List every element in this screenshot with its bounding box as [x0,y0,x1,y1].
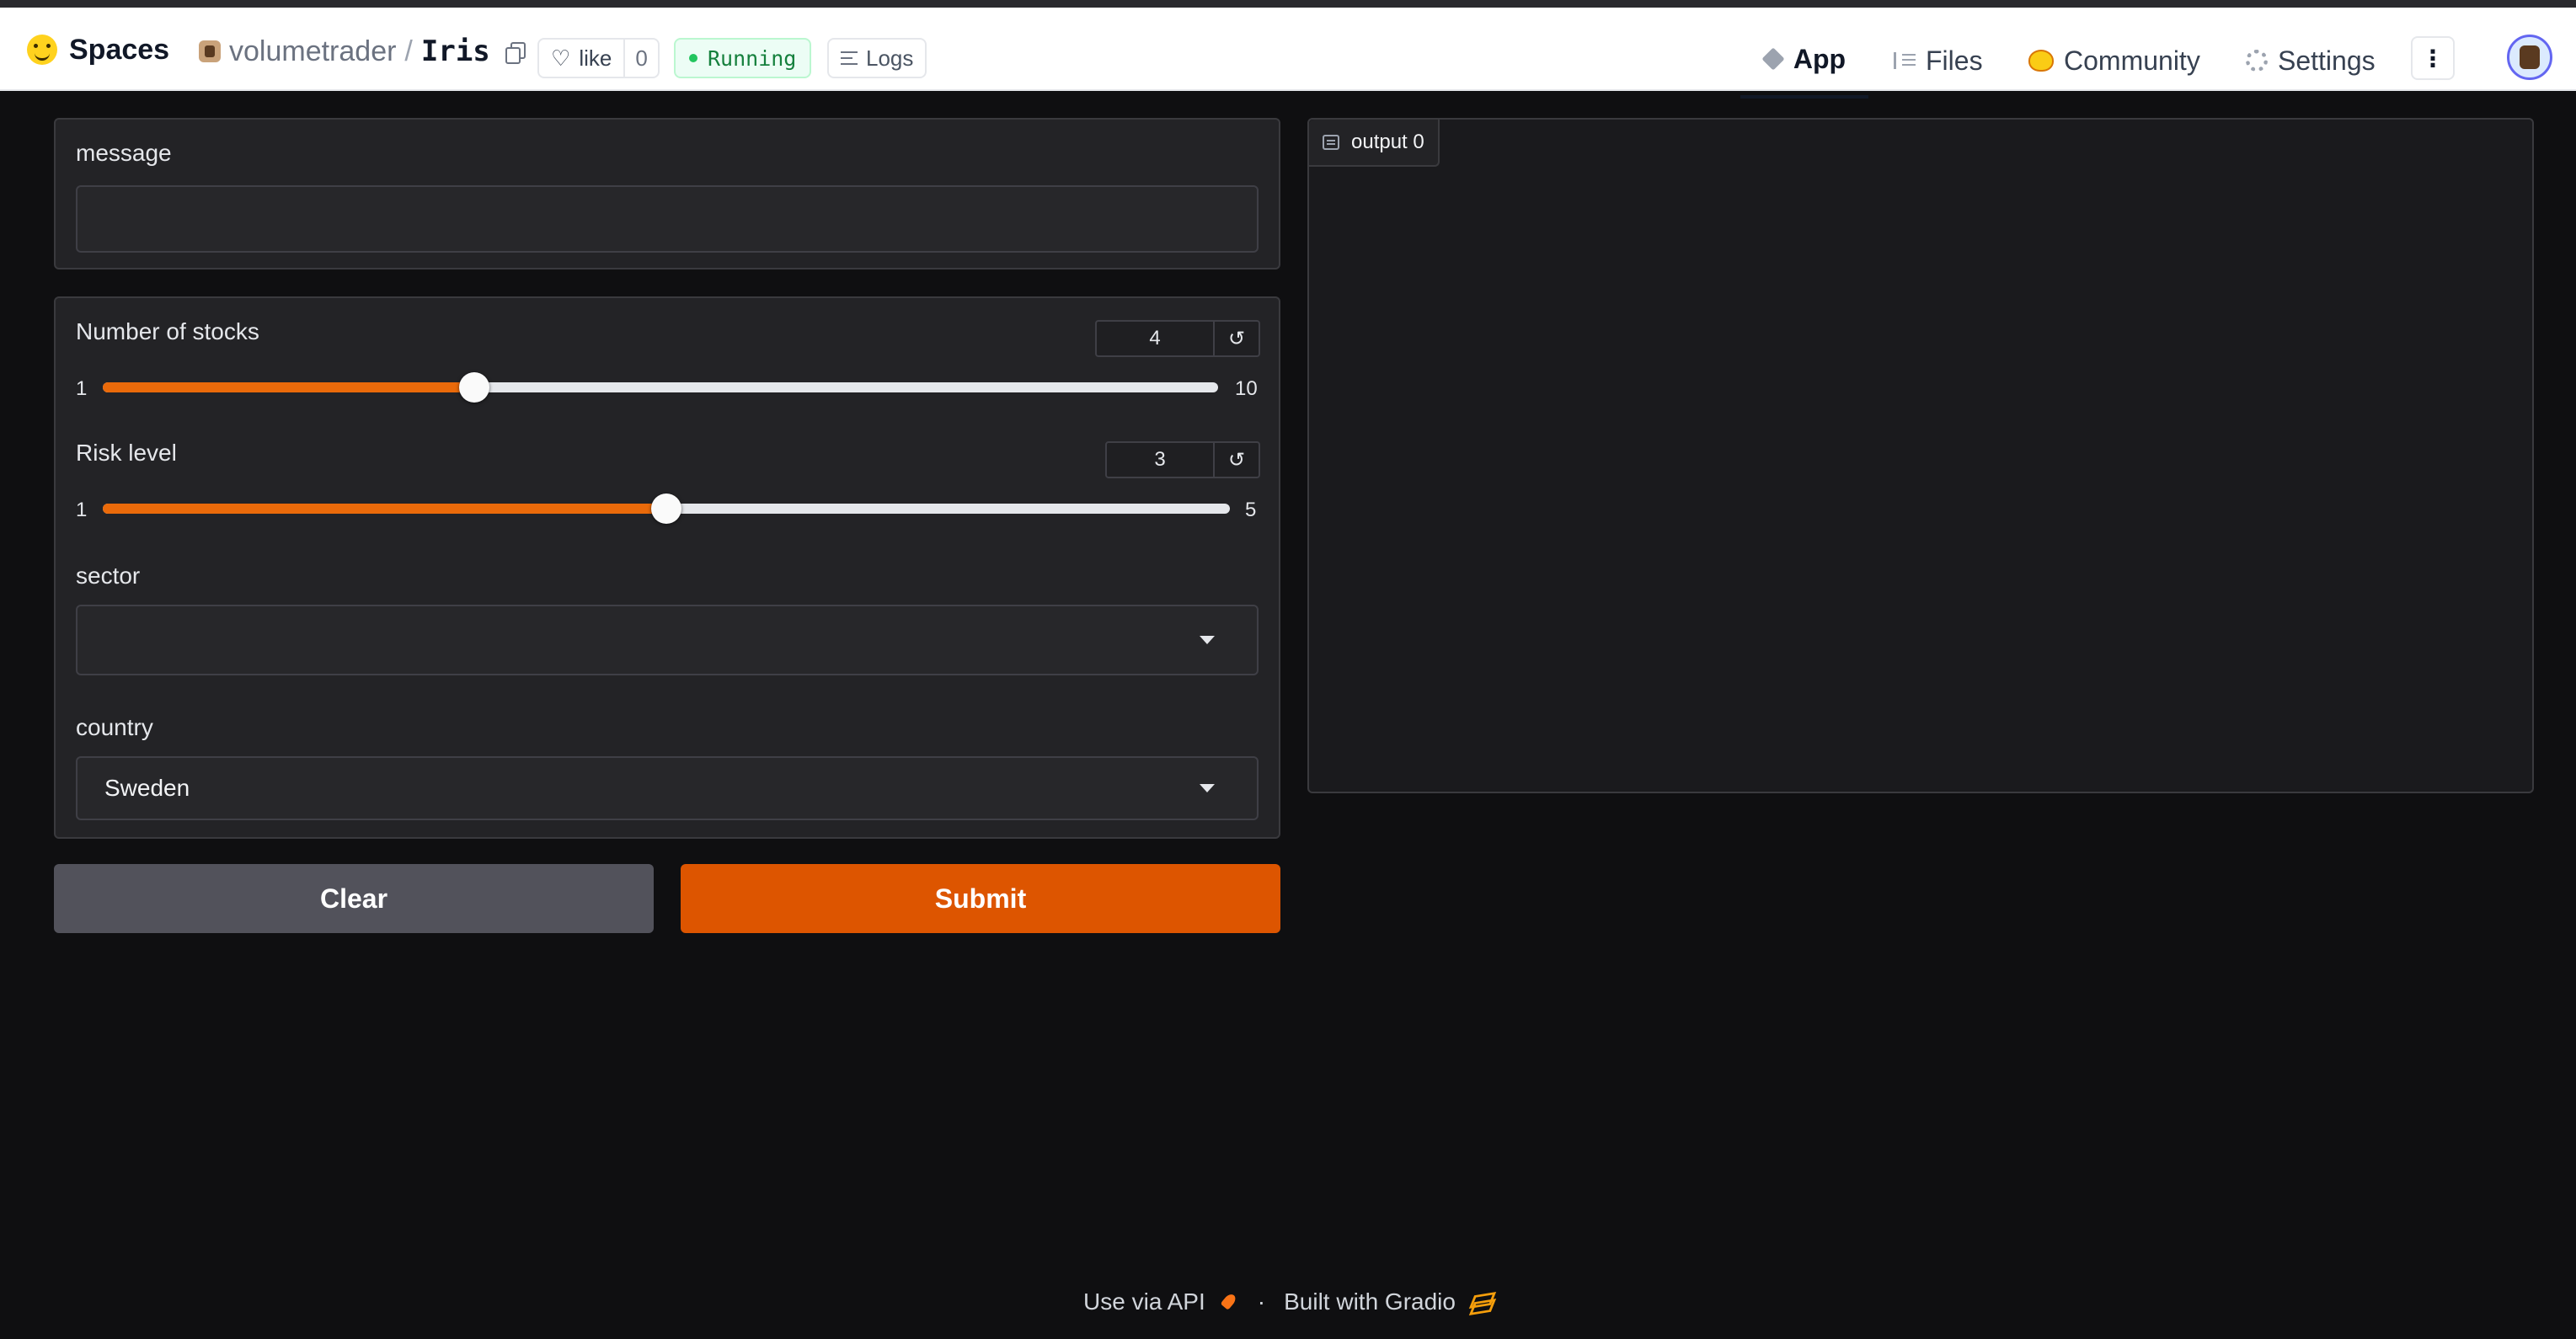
output-panel: output 0 [1307,118,2534,793]
breadcrumb: volumetrader / Iris [199,35,526,68]
like-button[interactable]: ♡ like 0 [537,38,660,78]
tab-app[interactable]: App [1740,23,1868,99]
tab-files-label: Files [1926,45,1983,76]
tab-settings-label: Settings [2278,45,2376,76]
stocks-label: Number of stocks [76,318,259,344]
risk-value[interactable]: 3 [1107,443,1215,477]
footer: Use via API · Built with Gradio [0,1288,2576,1315]
stocks-slider-thumb[interactable] [458,372,489,403]
country-label: country [76,714,153,740]
risk-max: 5 [1245,499,1257,521]
risk-number-input[interactable]: 3 ↺ [1105,441,1260,478]
stocks-value[interactable]: 4 [1097,322,1215,355]
logs-icon [841,51,858,65]
stocks-number-input[interactable]: 4 ↺ [1095,320,1260,357]
header: Spaces volumetrader / Iris ♡ like 0 Runni… [0,8,2576,99]
use-api-link[interactable]: Use via API [1083,1288,1205,1315]
status-badge: Running [674,38,812,78]
stocks-slider-fill [103,382,474,392]
spaces-label: Spaces [69,33,170,66]
risk-slider-fill [103,504,666,514]
like-count: 0 [623,40,657,77]
status-label: Running [708,45,797,71]
sector-dropdown[interactable] [76,605,1259,675]
tab-settings[interactable]: Settings [2246,23,2376,99]
hugging-face-icon [27,35,57,65]
risk-reset-icon[interactable]: ↺ [1215,443,1259,477]
owner-avatar [199,40,221,62]
output-tag: output 0 [1309,120,1440,167]
message-label: message [76,140,172,166]
stocks-slider[interactable] [103,372,1218,403]
breadcrumb-separator: / [404,35,413,67]
message-input[interactable] [76,185,1259,253]
tab-app-label: App [1793,43,1846,74]
cube-icon [1761,47,1785,71]
footer-dot: · [1257,1288,1266,1315]
gradio-logo-icon [1469,1292,1493,1312]
files-icon [1894,52,1916,69]
top-border [0,0,2576,8]
message-panel: message [54,118,1280,269]
risk-slider[interactable] [103,493,1230,524]
controls-panel: Number of stocks 4 ↺ 1 10 Risk level 3 ↺… [54,296,1280,839]
heart-icon: ♡ [551,45,571,71]
rocket-icon [1219,1292,1239,1312]
chevron-down-icon[interactable] [1200,636,1215,644]
tab-files[interactable]: Files [1894,23,1983,99]
copy-icon[interactable] [505,42,526,64]
risk-slider-thumb[interactable] [651,493,681,524]
like-label: like [579,45,612,71]
stocks-reset-icon[interactable]: ↺ [1215,322,1259,355]
country-value: Sweden [104,775,190,801]
stocks-min: 1 [76,377,88,400]
stocks-max: 10 [1235,377,1258,400]
status-dot-icon [689,54,697,62]
gear-icon [2246,50,2268,72]
community-icon [2028,50,2054,72]
clear-button[interactable]: Clear [54,864,654,933]
chevron-down-icon[interactable] [1200,784,1215,792]
risk-min: 1 [76,499,88,521]
owner-link[interactable]: volumetrader [229,35,396,68]
user-avatar[interactable] [2507,35,2552,80]
risk-label: Risk level [76,440,177,466]
repo-link[interactable]: Iris [421,35,490,68]
tab-community[interactable]: Community [2028,23,2200,99]
output-label: output 0 [1351,131,1424,153]
tab-community-label: Community [2064,45,2200,76]
logs-button[interactable]: Logs [827,38,927,78]
spaces-logo[interactable]: Spaces [27,33,169,67]
built-with-gradio-link[interactable]: Built with Gradio [1284,1288,1456,1315]
submit-button[interactable]: Submit [681,864,1280,933]
more-options-button[interactable]: ⋮ [2411,36,2455,80]
sector-label: sector [76,563,141,589]
chat-icon [1323,135,1339,150]
country-dropdown[interactable]: Sweden [76,756,1259,820]
logs-label: Logs [866,45,914,71]
